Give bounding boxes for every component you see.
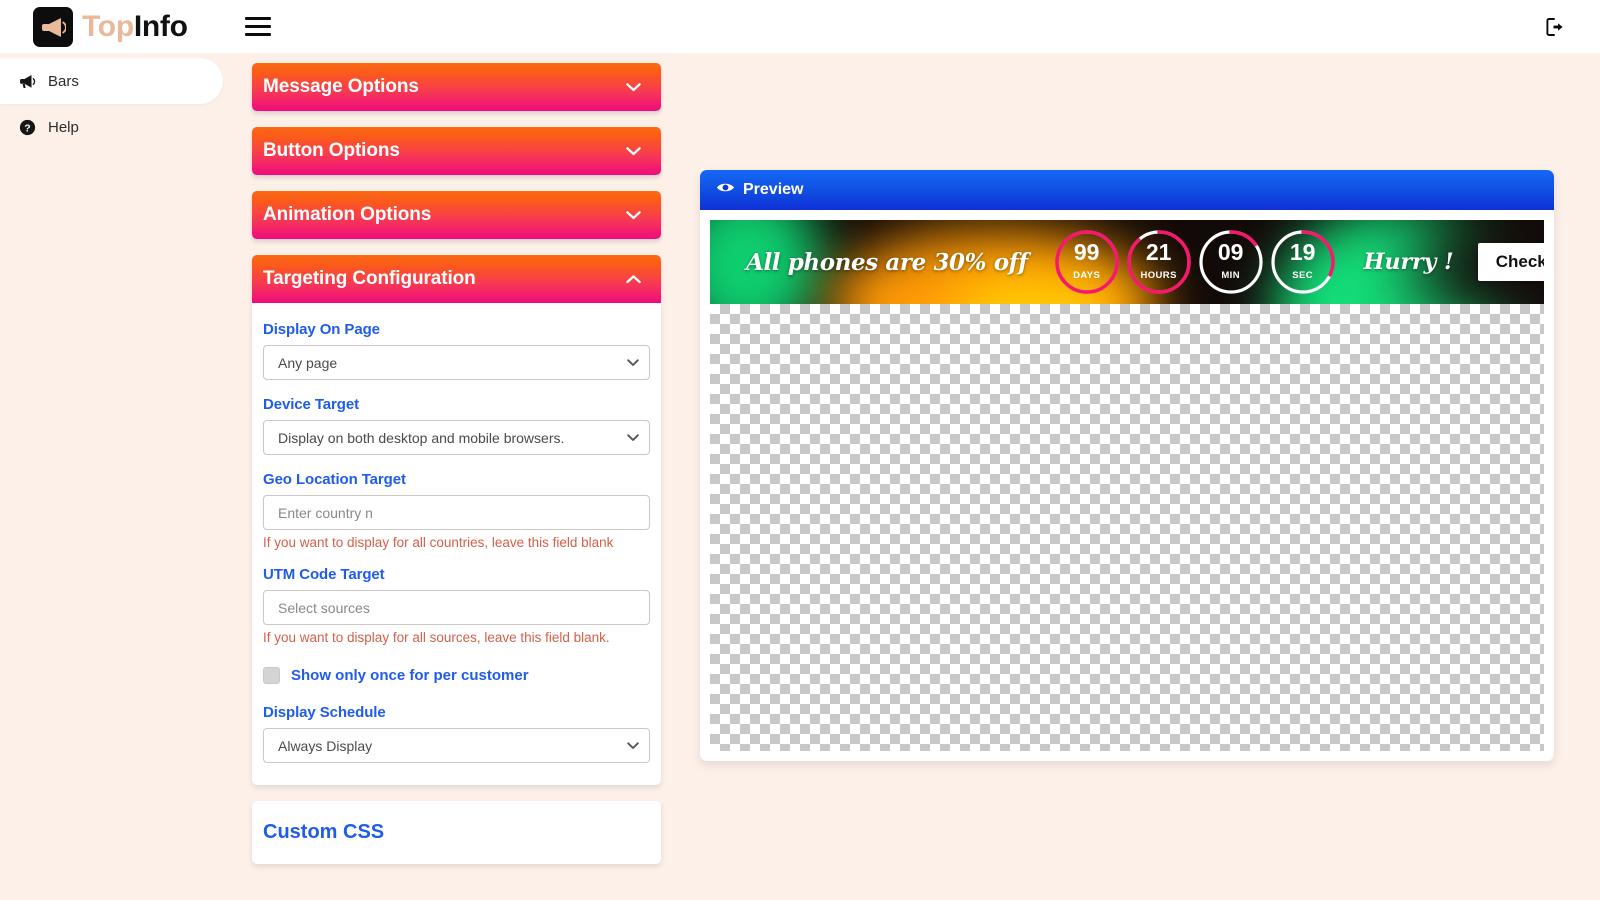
brand-title: TopInfo: [82, 12, 188, 42]
accordion-title: Targeting Configuration: [263, 268, 476, 290]
panel-custom-css: Custom CSS: [252, 801, 661, 864]
chevron-down-icon: [626, 83, 641, 92]
field-display-on-page: Display On Page Any page: [263, 321, 650, 380]
countdown-value: 09: [1196, 241, 1266, 264]
countdown-label: SEC: [1268, 270, 1338, 281]
countdown-timer: 99 DAYS 21 HOURS: [1052, 227, 1338, 297]
device-target-select[interactable]: Display on both desktop and mobile brows…: [263, 420, 650, 455]
hamburger-line: [245, 25, 271, 28]
bar-urgency-text: Hurry !: [1364, 249, 1454, 275]
countdown-unit-days: 99 DAYS: [1052, 227, 1122, 297]
show-once-label[interactable]: Show only once for per customer: [291, 667, 529, 684]
countdown-value: 19: [1268, 241, 1338, 264]
field-hint: If you want to display for all countries…: [263, 535, 650, 550]
chevron-up-icon: [626, 275, 641, 284]
hamburger-line: [245, 33, 271, 36]
accordion-title: Animation Options: [263, 204, 431, 226]
accordion-message-options[interactable]: Message Options: [252, 63, 661, 111]
sign-out-icon[interactable]: [1542, 13, 1570, 41]
countdown-value: 99: [1052, 241, 1122, 264]
field-label: UTM Code Target: [263, 566, 650, 583]
brand-name-second: Info: [134, 10, 188, 43]
bar-configuration-column: Message Options Button Options Animation…: [252, 53, 661, 900]
sidebar-item-bars[interactable]: Bars: [0, 58, 223, 104]
preview-card: Preview All phones are 30% off 99: [700, 170, 1554, 761]
bullhorn-icon: [18, 74, 36, 89]
geo-location-input[interactable]: [263, 495, 650, 530]
field-label: Display Schedule: [263, 704, 650, 721]
field-hint: If you want to display for all sources, …: [263, 630, 650, 645]
display-on-page-select[interactable]: Any page: [263, 345, 650, 380]
app-header: TopInfo: [0, 0, 1600, 53]
chevron-down-icon: [626, 147, 641, 156]
eye-icon: [716, 181, 735, 199]
targeting-form: Display On Page Any page Device Target D…: [252, 303, 661, 785]
show-once-checkbox[interactable]: [263, 667, 280, 684]
countdown-label: HOURS: [1124, 270, 1194, 281]
field-utm-code-target: UTM Code Target If you want to display f…: [263, 566, 650, 645]
countdown-unit-sec: 19 SEC: [1268, 227, 1338, 297]
question-circle-icon: ?: [18, 119, 36, 136]
display-schedule-select[interactable]: Always Display: [263, 728, 650, 763]
accordion-title: Button Options: [263, 140, 400, 162]
preview-header: Preview: [700, 170, 1554, 210]
sidebar-item-label: Bars: [48, 73, 79, 90]
accordion-animation-options[interactable]: Animation Options: [252, 191, 661, 239]
bar-message-text: All phones are 30% off: [746, 249, 1028, 276]
announcement-bar-preview: All phones are 30% off 99 DAYS: [710, 220, 1544, 304]
preview-body: All phones are 30% off 99 DAYS: [700, 210, 1554, 761]
field-label: Geo Location Target: [263, 471, 650, 488]
sidebar-nav: Bars ? Help: [0, 53, 224, 900]
field-label: Device Target: [263, 396, 650, 413]
megaphone-logo-icon: [33, 7, 73, 47]
accordion-button-options[interactable]: Button Options: [252, 127, 661, 175]
utm-code-input[interactable]: [263, 590, 650, 625]
chevron-down-icon: [626, 211, 641, 220]
bar-cta-button[interactable]: Check the product: [1478, 243, 1544, 281]
field-display-schedule: Display Schedule Always Display: [263, 704, 650, 763]
countdown-label: MIN: [1196, 270, 1266, 281]
countdown-label: DAYS: [1052, 270, 1122, 281]
svg-text:?: ?: [24, 122, 30, 134]
hamburger-line: [245, 17, 271, 20]
panel-targeting-configuration: Targeting Configuration Display On Page …: [252, 255, 661, 785]
brand-logo: TopInfo: [33, 7, 188, 47]
countdown-unit-hours: 21 HOURS: [1124, 227, 1194, 297]
field-geo-location-target: Geo Location Target If you want to displ…: [263, 471, 650, 550]
sidebar-item-label: Help: [48, 119, 79, 136]
accordion-title: Message Options: [263, 76, 419, 98]
accordion-targeting-configuration[interactable]: Targeting Configuration: [252, 255, 661, 303]
hamburger-icon[interactable]: [245, 16, 271, 38]
field-show-only-once: Show only once for per customer: [263, 667, 650, 684]
countdown-unit-min: 09 MIN: [1196, 227, 1266, 297]
field-label: Display On Page: [263, 321, 650, 338]
preview-title: Preview: [743, 181, 803, 199]
sidebar-item-help[interactable]: ? Help: [0, 104, 224, 150]
custom-css-title: Custom CSS: [263, 821, 650, 844]
countdown-value: 21: [1124, 241, 1194, 264]
brand-name-first: Top: [82, 10, 134, 43]
preview-transparent-canvas: [710, 304, 1544, 751]
field-device-target: Device Target Display on both desktop an…: [263, 396, 650, 455]
